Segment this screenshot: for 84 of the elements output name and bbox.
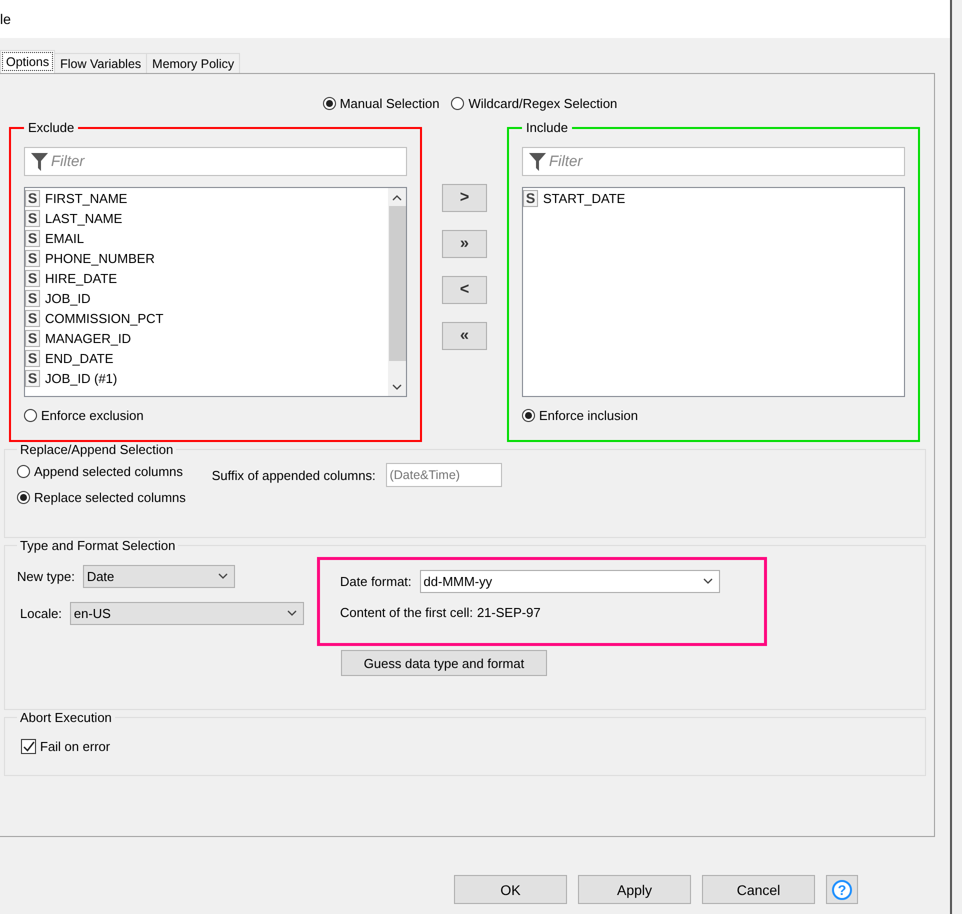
checkbox[interactable] — [21, 739, 36, 754]
column-item[interactable]: S PHONE_NUMBER — [25, 248, 388, 268]
radio-label: Wildcard/Regex Selection — [468, 96, 618, 110]
column-name: START_DATE — [543, 190, 626, 206]
radio-button[interactable] — [451, 96, 464, 110]
type-badge: S — [25, 250, 40, 266]
scrollbar-thumb[interactable] — [388, 206, 406, 361]
column-name: JOB_ID (#1) — [45, 370, 118, 386]
column-name: END_DATE — [45, 350, 114, 366]
type-badge: S — [25, 190, 40, 206]
column-name: JOB_ID — [45, 290, 91, 306]
column-item[interactable]: S HIRE_DATE — [25, 268, 388, 288]
type-badge: S — [25, 310, 40, 326]
field-label: Suffix of appended columns: — [212, 468, 376, 482]
group-title: Abort Execution — [19, 710, 113, 725]
funnel-icon — [31, 152, 48, 170]
type-badge: S — [25, 270, 40, 286]
type-badge: S — [523, 190, 538, 206]
field-label: Content of the first cell: — [340, 605, 473, 620]
radio-button[interactable] — [17, 465, 30, 478]
radio-button[interactable] — [24, 409, 37, 422]
column-item[interactable]: S START_DATE — [523, 188, 904, 208]
panel-title: Exclude — [27, 120, 76, 135]
column-item[interactable]: S MANAGER_ID — [25, 328, 388, 348]
column-item[interactable]: S EMAIL — [25, 228, 388, 248]
column-item[interactable]: S JOB_ID (#1) — [25, 368, 388, 388]
radio-label: Replace selected columns — [34, 490, 186, 505]
column-item[interactable]: S END_DATE — [25, 348, 388, 368]
filter-field[interactable]: Filter — [24, 147, 407, 176]
column-item[interactable]: S COMMISSION_PCT — [25, 308, 388, 328]
field-label: Date format: — [340, 574, 412, 589]
scrollbar[interactable] — [388, 188, 406, 396]
suffix-field[interactable]: (Date&Time) — [386, 463, 502, 487]
type-badge: S — [25, 230, 40, 246]
radio-button[interactable] — [522, 409, 535, 422]
dialog-button[interactable]: OK — [454, 875, 567, 904]
chevron-down-icon — [702, 578, 713, 585]
radio-label: Manual Selection — [340, 96, 440, 110]
type-badge: S — [25, 290, 40, 306]
radio-label: Append selected columns — [34, 464, 183, 479]
radio-label: Enforce exclusion — [41, 408, 144, 423]
first-cell-value: 21-SEP-97 — [476, 605, 541, 620]
move-button[interactable]: » — [442, 230, 487, 258]
radio-button[interactable] — [322, 96, 336, 110]
move-button[interactable]: « — [442, 322, 487, 350]
radio-button[interactable] — [17, 491, 30, 504]
group-title: Type and Format Selection — [19, 538, 176, 553]
column-item[interactable]: S LAST_NAME — [25, 208, 388, 228]
radio-label: Enforce inclusion — [539, 408, 638, 423]
field-label: New type: — [17, 569, 75, 584]
filter-field[interactable]: Filter — [522, 147, 905, 176]
funnel-icon — [529, 152, 546, 170]
guess-button[interactable]: Guess data type and format — [341, 650, 547, 676]
dialog-button[interactable]: Apply — [578, 875, 691, 904]
column-item[interactable]: S FIRST_NAME — [25, 188, 388, 208]
column-name: PHONE_NUMBER — [45, 250, 155, 266]
chevron-down-icon — [218, 573, 228, 580]
tab[interactable]: Options — [0, 50, 56, 73]
scroll-down-icon — [392, 384, 402, 390]
column-name: EMAIL — [45, 230, 84, 246]
dialog-button[interactable]: Cancel — [702, 875, 815, 904]
panel-title: Include — [525, 120, 569, 135]
scroll-up-icon — [392, 194, 402, 200]
column-item[interactable]: S JOB_ID — [25, 288, 388, 308]
chevron-down-icon — [286, 610, 297, 617]
move-button[interactable]: > — [442, 184, 487, 212]
column-name: COMMISSION_PCT — [45, 310, 164, 326]
type-badge: S — [25, 350, 40, 366]
type-badge: S — [25, 370, 40, 386]
column-name: LAST_NAME — [45, 210, 122, 226]
field-label: Locale: — [20, 606, 62, 621]
column-name: FIRST_NAME — [45, 190, 128, 206]
locale-dropdown[interactable]: en-US — [70, 602, 304, 625]
type-badge: S — [25, 210, 40, 226]
tab[interactable]: Memory Policy — [146, 53, 240, 73]
column-name: MANAGER_ID — [45, 330, 131, 346]
type-badge: S — [25, 330, 40, 346]
column-name: HIRE_DATE — [45, 270, 117, 286]
group-title: Replace/Append Selection — [19, 442, 174, 457]
date-format-dropdown[interactable]: dd-MMM-yy — [420, 570, 720, 593]
checkbox-label: Fail on error — [40, 739, 110, 754]
window-title: le — [0, 11, 11, 27]
type-dropdown[interactable]: Date — [82, 565, 235, 588]
move-button[interactable]: < — [442, 276, 487, 304]
